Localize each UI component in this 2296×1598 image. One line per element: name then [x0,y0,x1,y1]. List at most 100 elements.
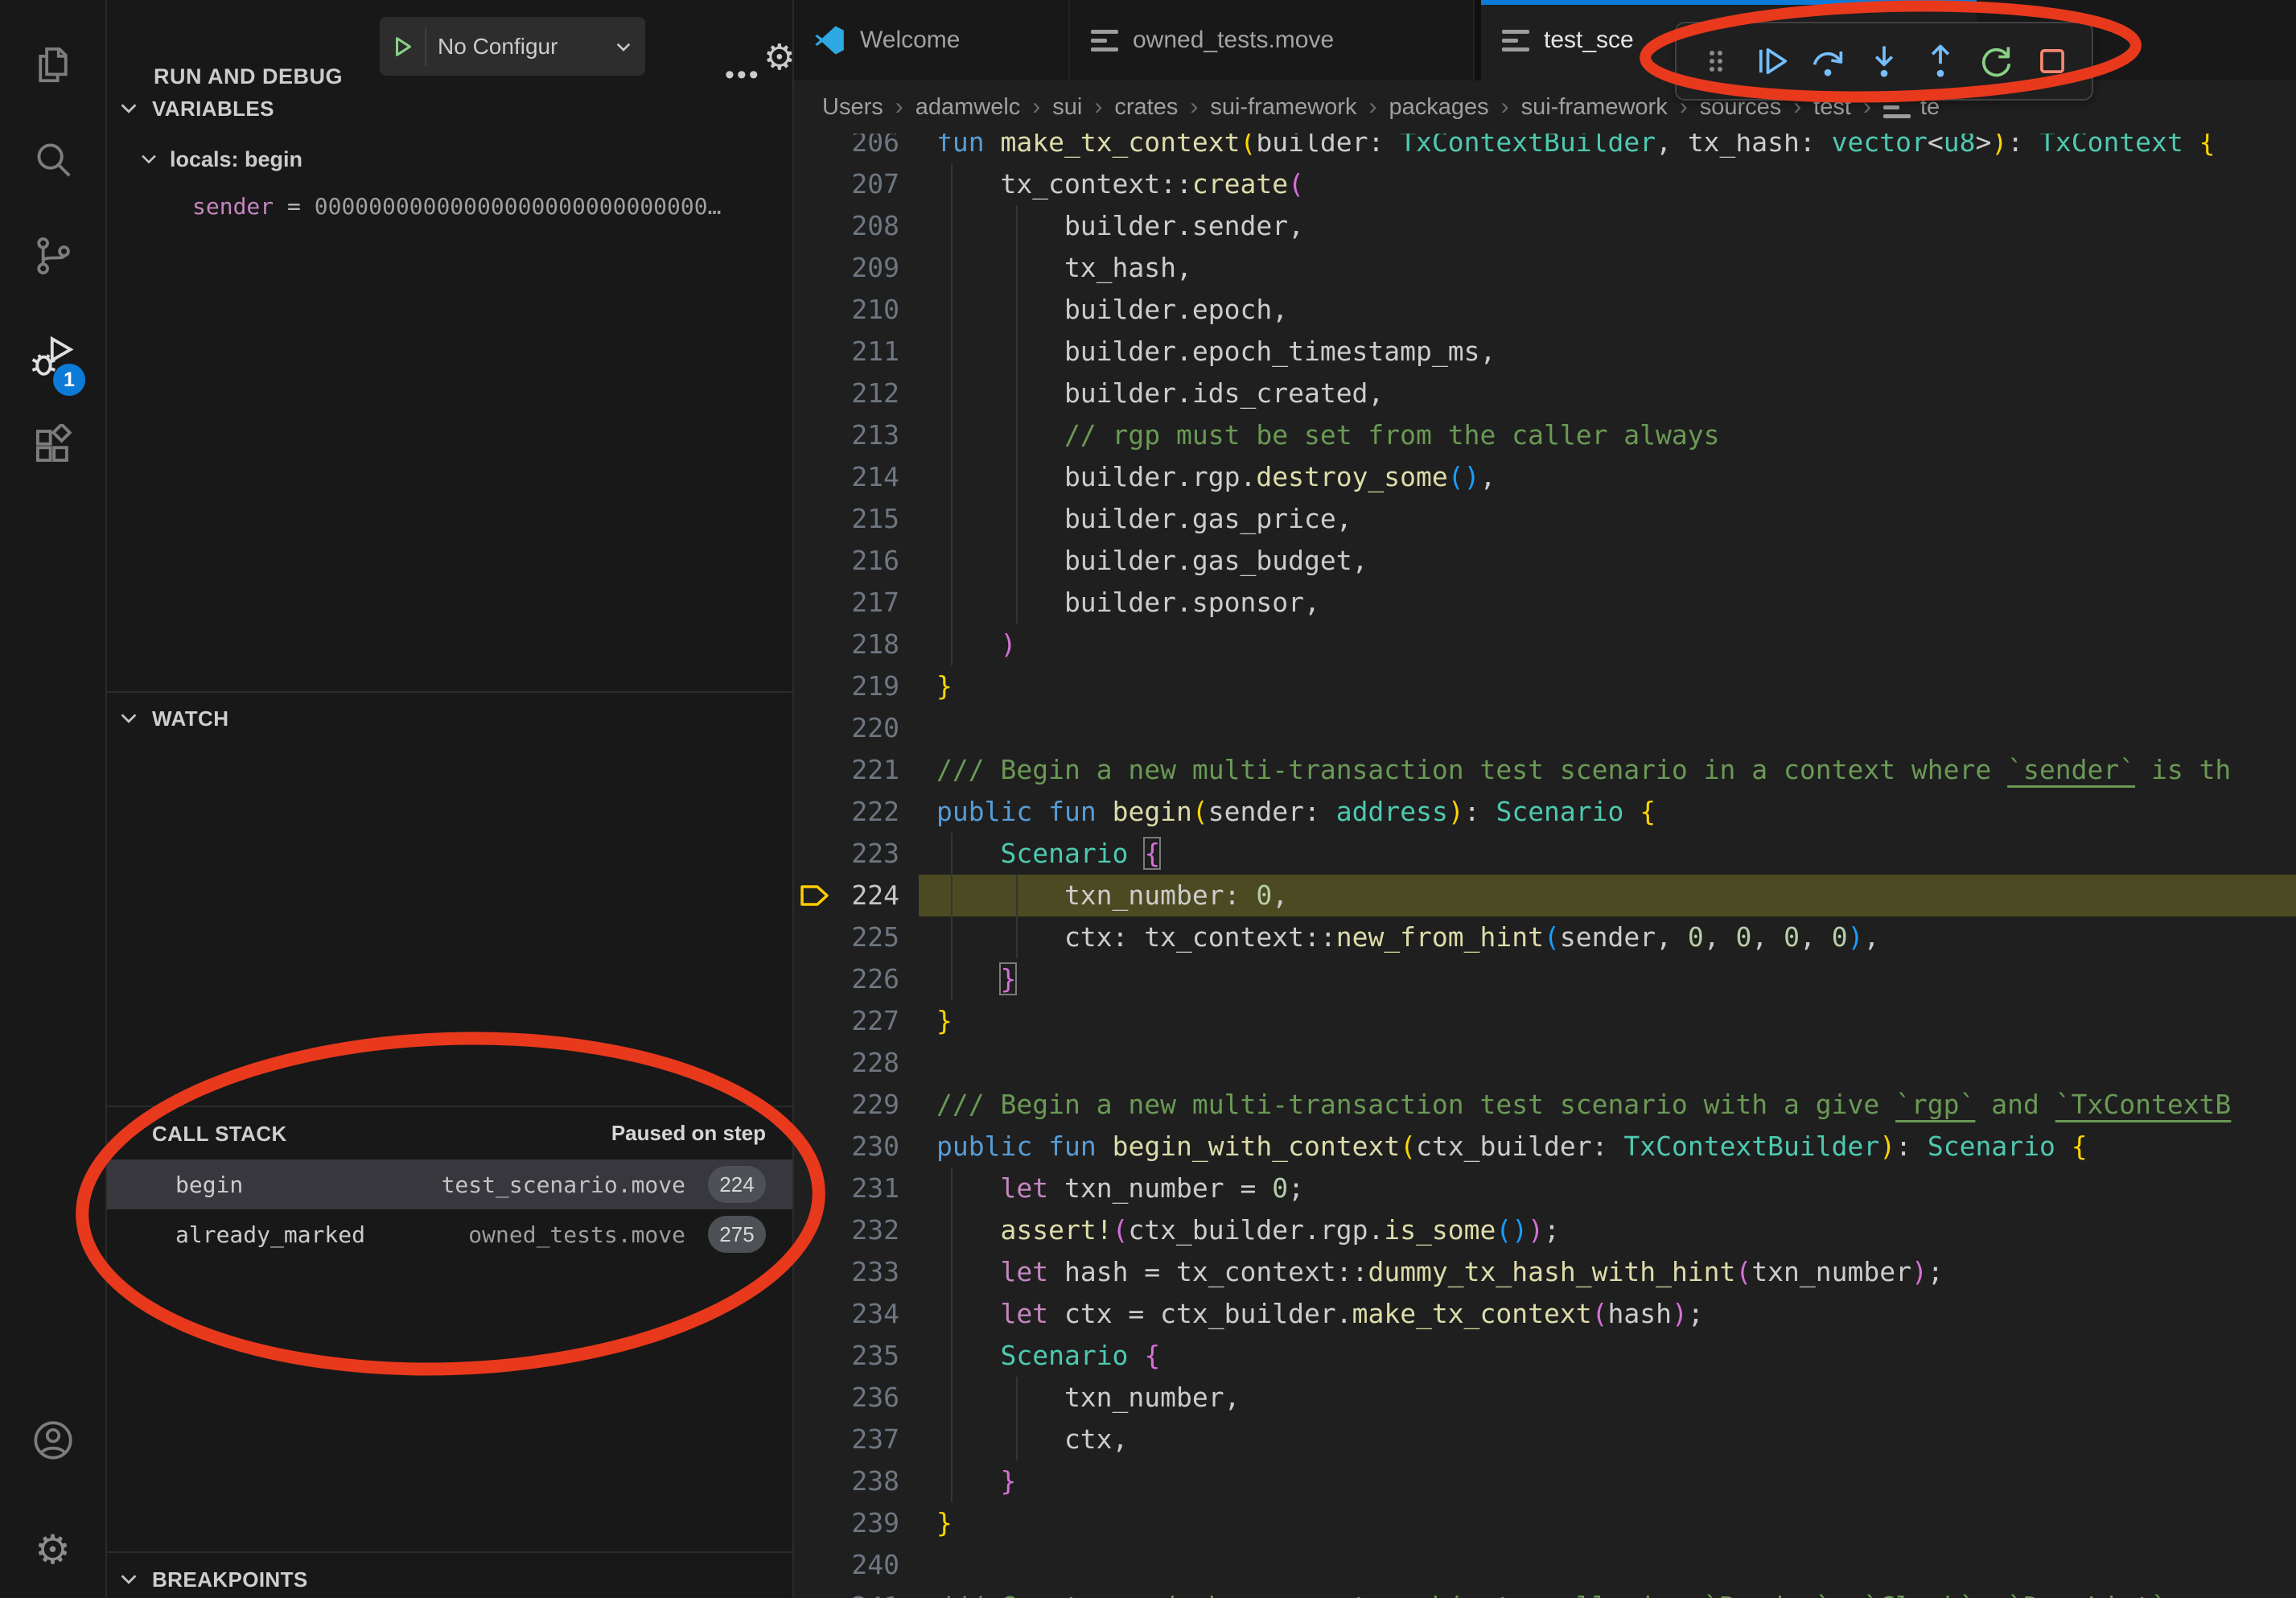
step-into-button[interactable] [1859,33,1909,89]
code-line: 231 let txn_number = 0; [792,1168,2296,1209]
code-line: 212 builder.ids_created, [792,373,2296,414]
code-line: 224 txn_number: 0, [792,875,2296,916]
code-line: 221/// Begin a new multi-transaction tes… [792,749,2296,791]
breadcrumb-item[interactable]: crates [1114,94,1178,121]
variables-scope-row[interactable]: locals: begin [105,142,825,177]
code-line: 236 txn_number, [792,1377,2296,1419]
breadcrumb-item[interactable]: sui-framework [1521,94,1668,121]
code-area[interactable]: 206fun make_tx_context(builder: TxContex… [792,0,2296,1598]
line-number: 211 [792,331,899,373]
vscode-logo-icon [813,24,846,56]
code-line: 222public fun begin(sender: address): Sc… [792,791,2296,833]
call-stack-frame[interactable]: begin test_scenario.move 224 [105,1159,792,1209]
chevron-down-icon [117,1567,141,1592]
line-number: 217 [792,582,899,624]
code-line: 220 [792,707,2296,749]
toolbar-drag-handle[interactable] [1691,33,1741,89]
code-line: 219} [792,665,2296,707]
chevron-down-icon [138,148,160,171]
line-number: 224 [792,875,899,916]
search-icon[interactable] [0,117,105,201]
step-out-button[interactable] [1915,33,1965,89]
breadcrumb-separator-icon: › [1368,93,1376,121]
more-actions-icon[interactable]: ••• [725,60,761,91]
line-number: 219 [792,665,899,707]
restart-button[interactable] [1971,33,2021,89]
line-number: 223 [792,833,899,875]
code-line: 230public fun begin_with_context(ctx_bui… [792,1126,2296,1168]
line-number: 227 [792,1000,899,1042]
line-number: 225 [792,916,899,958]
step-over-button[interactable] [1803,33,1853,89]
debug-toolbar [1675,22,2093,101]
code-line: 215 builder.gas_price, [792,498,2296,540]
variables-section-header[interactable]: VARIABLES [105,91,792,126]
run-and-debug-icon[interactable] [0,315,105,399]
line-number: 233 [792,1251,899,1293]
code-line: 208 builder.sender, [792,205,2296,247]
line-number: 229 [792,1084,899,1126]
sidebar-title: RUN AND DEBUG [154,64,343,89]
code-line: 210 builder.epoch, [792,289,2296,331]
breadcrumb-item[interactable]: adamwelc [916,94,1021,121]
code-line: 211 builder.epoch_timestamp_ms, [792,331,2296,373]
call-stack-frame[interactable]: already_marked owned_tests.move 275 [105,1209,792,1259]
extensions-icon[interactable] [0,404,105,488]
breadcrumb-item[interactable]: sui-framework [1210,94,1356,121]
line-number: 214 [792,456,899,498]
line-number: 238 [792,1460,899,1502]
stop-button[interactable] [2027,33,2077,89]
code-line: 209 tx_hash, [792,247,2296,289]
line-number: 237 [792,1419,899,1460]
breadcrumb-separator-icon: › [1094,93,1102,121]
line-number: 212 [792,373,899,414]
code-line: 216 builder.gas_budget, [792,540,2296,582]
line-number: 228 [792,1042,899,1084]
continue-button[interactable] [1747,33,1797,89]
code-line: 228 [792,1042,2296,1084]
code-line: 225 ctx: tx_context::new_from_hint(sende… [792,916,2296,958]
line-number: 235 [792,1335,899,1377]
chevron-down-icon [117,97,141,121]
breadcrumb-separator-icon: › [1190,93,1198,121]
chevron-down-icon [117,1122,141,1146]
breakpoints-section-header[interactable]: BREAKPOINTS [105,1562,792,1597]
code-line: 240 [792,1544,2296,1586]
line-number: 234 [792,1293,899,1335]
breadcrumb-separator-icon: › [1032,93,1040,121]
line-number: 210 [792,289,899,331]
debug-launch-dropdown[interactable]: No Configur [380,17,645,76]
line-number: 236 [792,1377,899,1419]
breadcrumb-separator-icon: › [1501,93,1509,121]
code-line: 217 builder.sponsor, [792,582,2296,624]
breadcrumb-item[interactable]: sui [1052,94,1082,121]
start-debug-icon[interactable] [391,35,415,59]
watch-section-header[interactable]: WATCH [105,701,792,736]
line-number: 215 [792,498,899,540]
code-line: 226 } [792,958,2296,1000]
code-line: 234 let ctx = ctx_builder.make_tx_contex… [792,1293,2296,1335]
tab-welcome[interactable]: Welcome [792,0,1070,80]
run-and-debug-sidebar: RUN AND DEBUG No Configur ⚙ ••• VARIABLE… [105,0,794,1598]
code-line: 213 // rgp must be set from the caller a… [792,414,2296,456]
tab-owned-tests[interactable]: owned_tests.move [1070,0,1475,80]
code-line: 207 tx_context::create( [792,163,2296,205]
editor-group: 206fun make_tx_context(builder: TxContex… [792,0,2296,1598]
code-line: 229/// Begin a new multi-transaction tes… [792,1084,2296,1126]
breadcrumb-item[interactable]: packages [1389,94,1488,121]
chevron-down-icon [117,706,141,731]
code-line: 239} [792,1502,2296,1544]
activity-bar: 1 ⚙ [0,0,107,1598]
source-control-icon[interactable] [0,214,105,298]
breadcrumb-item[interactable]: Users [822,94,883,121]
debug-settings-gear-icon[interactable]: ⚙ [763,37,795,78]
settings-gear-icon[interactable]: ⚙ [0,1508,105,1592]
code-line: 235 Scenario { [792,1335,2296,1377]
line-number: 218 [792,624,899,665]
variable-row[interactable]: sender = 00000000000000000000000000000… [192,193,721,220]
line-number: 240 [792,1544,899,1586]
files-icon[interactable] [0,23,105,106]
code-line: 214 builder.rgp.destroy_some(), [792,456,2296,498]
code-line: 218 ) [792,624,2296,665]
account-icon[interactable] [0,1398,105,1482]
